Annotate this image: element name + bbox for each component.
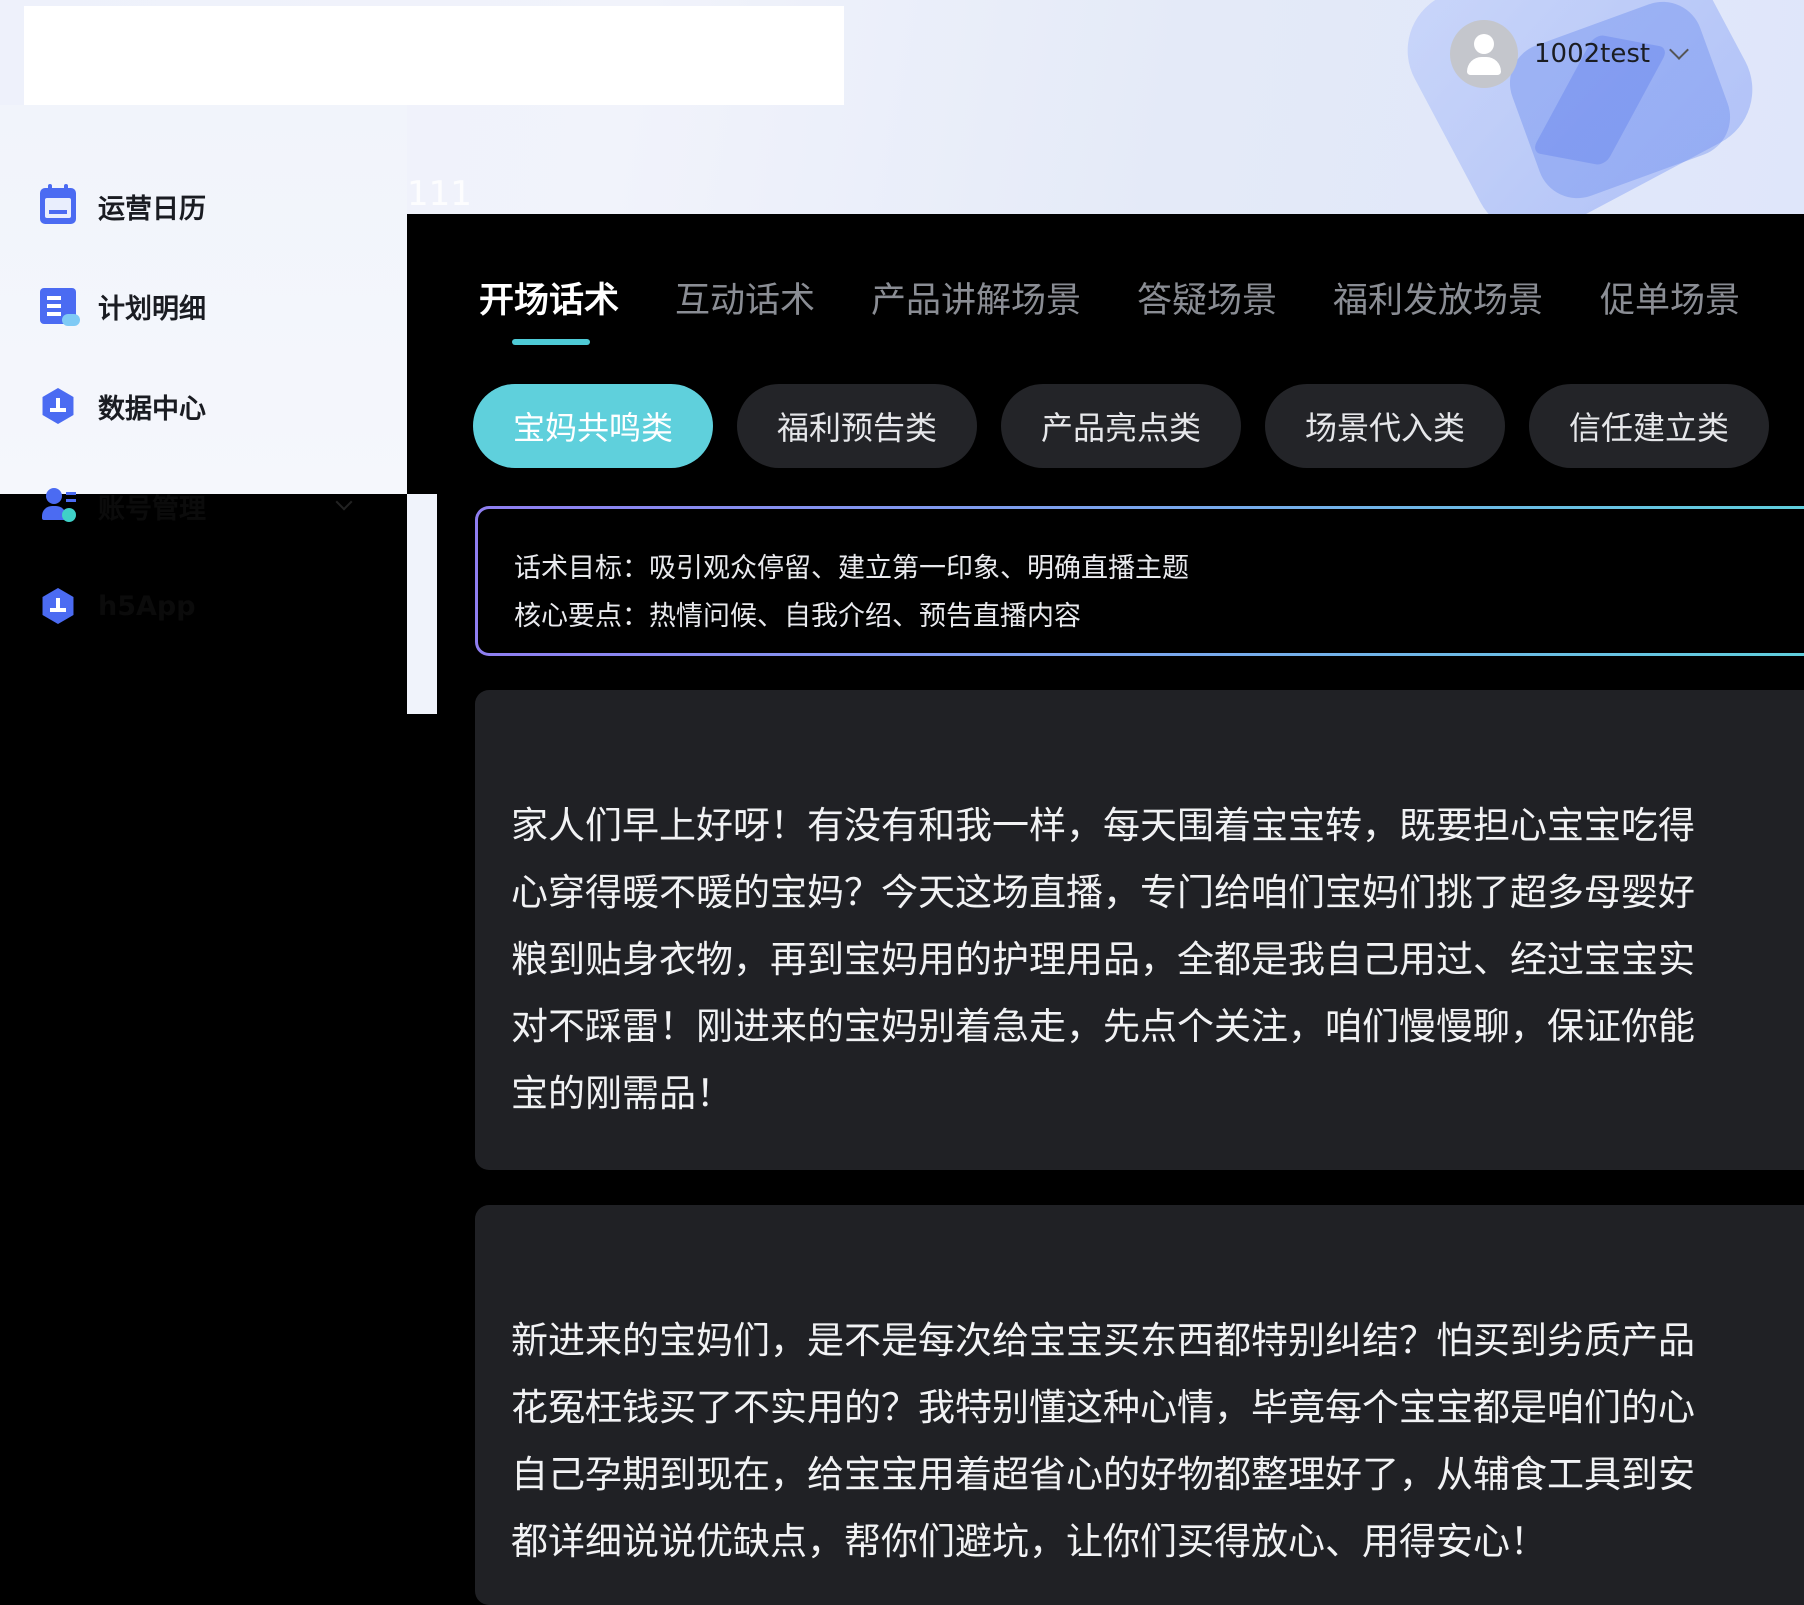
script-line: 花冤枉钱买了不实用的？我特别懂这种心情，毕竟每个宝宝都是咱们的心 [511,1386,1695,1429]
user-menu[interactable]: 1002test [1450,20,1690,88]
sidebar-item-plan-details[interactable]: 计划明细 [40,282,206,330]
script-line: 家人们早上好呀！有没有和我一样，每天围着宝宝转，既要担心宝宝吃得 [511,804,1695,847]
script-card[interactable]: 家人们早上好呀！有没有和我一样，每天围着宝宝转，既要担心宝宝吃得 心穿得暖不暖的… [475,690,1804,1170]
chevron-down-icon[interactable] [1669,40,1690,60]
script-line: 自己孕期到现在，给宝宝用着超省心的好物都整理好了，从辅食工具到安 [511,1453,1695,1496]
chip-trust-building[interactable]: 信任建立类 [1529,384,1769,468]
tab-benefit-scene[interactable]: 福利发放场景 [1333,272,1543,323]
tab-interaction-script[interactable]: 互动话术 [675,272,815,323]
chip-scenario[interactable]: 场景代入类 [1265,384,1505,468]
chip-mom-resonance[interactable]: 宝妈共鸣类 [473,384,713,468]
app-hub-icon [42,588,74,624]
scene-tabs: 开场话术 互动话术 产品讲解场景 答疑场景 福利发放场景 促单场景 [437,244,1804,345]
sidebar-item-h5app[interactable]: h5App [40,582,196,630]
core-points: 核心要点：热情问候、自我介绍、预告直播内容 [514,601,1081,632]
script-line: 心穿得暖不暖的宝妈？今天这场直播，专门给咱们宝妈们挑了超多母婴好 [511,871,1695,914]
calendar-icon [40,184,76,224]
sidebar-item-account-management[interactable]: 账号管理 [40,482,206,530]
sidebar-edge [407,494,437,714]
script-line: 都详细说说优缺点，帮你们避坑，让你们买得放心、用得安心！ [511,1520,1547,1563]
user-icon [1474,34,1494,54]
chevron-down-icon[interactable] [335,493,353,511]
data-hub-icon [42,388,74,424]
script-goal-box: 话术目标：吸引观众停留、建立第一印象、明确直播主题 核心要点：热情问候、自我介绍… [475,506,1804,656]
script-card[interactable]: 新进来的宝妈们，是不是每次给宝宝买东西都特别纠结？怕买到劣质产品 花冤枉钱买了不… [475,1205,1804,1605]
user-manage-icon [40,488,76,524]
active-tab-indicator [512,339,590,345]
tab-product-explanation[interactable]: 产品讲解场景 [871,272,1081,323]
tab-closing-scene[interactable]: 促单场景 [1600,272,1740,323]
sidebar-item-data-center[interactable]: 数据中心 [40,382,206,430]
overlay-label: 111 [407,174,472,214]
script-panel: 开场话术 互动话术 产品讲解场景 答疑场景 福利发放场景 促单场景 宝妈共鸣类 … [437,244,1804,1605]
chip-benefit-preview[interactable]: 福利预告类 [737,384,977,468]
script-line: 宝的刚需品！ [511,1072,733,1115]
script-goal: 话术目标：吸引观众停留、建立第一印象、明确直播主题 [514,553,1189,584]
avatar[interactable] [1450,20,1518,88]
chip-product-highlight[interactable]: 产品亮点类 [1001,384,1241,468]
username[interactable]: 1002test [1534,39,1650,69]
tab-qa-scene[interactable]: 答疑场景 [1137,272,1277,323]
logo-placeholder [24,6,844,105]
script-line: 对不踩雷！刚进来的宝妈别着急走，先点个关注，咱们慢慢聊，保证你能 [511,1005,1695,1048]
script-line: 粮到贴身衣物，再到宝妈用的护理用品，全都是我自己用过、经过宝宝实 [511,938,1695,981]
document-icon [40,288,80,326]
sidebar-item-operation-calendar[interactable]: 运营日历 [40,182,206,230]
script-line: 新进来的宝妈们，是不是每次给宝宝买东西都特别纠结？怕买到劣质产品 [511,1319,1695,1362]
tab-opening-script[interactable]: 开场话术 [479,272,619,323]
